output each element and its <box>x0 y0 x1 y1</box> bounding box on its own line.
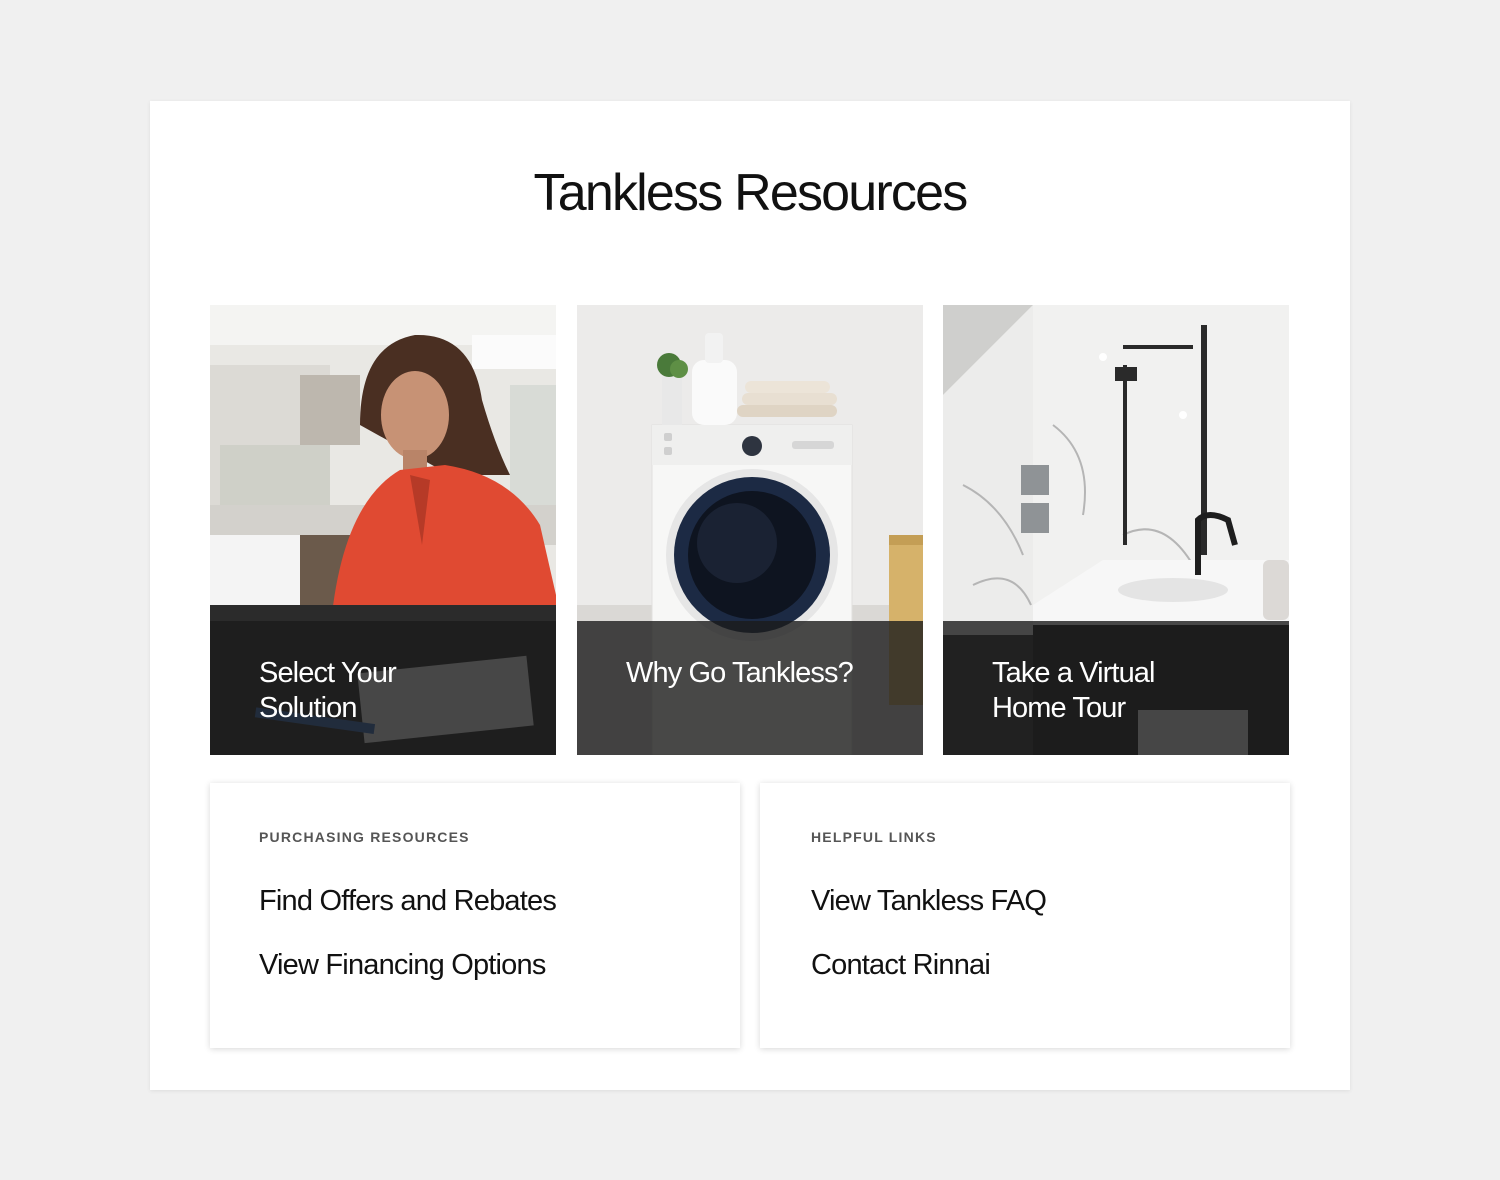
tile-label: Take a Virtual Home Tour <box>992 657 1155 724</box>
contact-rinnai-link[interactable]: Contact Rinnai <box>811 949 991 982</box>
card-heading: PURCHASING RESOURCES <box>259 829 470 845</box>
tile-label: Why Go Tankless? <box>626 657 854 689</box>
tile-caption-overlay: Take a Virtual Home Tour <box>943 621 1289 755</box>
view-tankless-faq-link[interactable]: View Tankless FAQ <box>811 885 1047 918</box>
tile-why-go-tankless[interactable]: Why Go Tankless? <box>577 305 923 755</box>
tile-label: Select Your Solution <box>259 657 397 724</box>
page-title: Tankless Resources <box>533 164 969 222</box>
tile-select-your-solution[interactable]: Select Your Solution <box>210 305 556 755</box>
card-heading: HELPFUL LINKS <box>811 829 937 845</box>
view-financing-options-link[interactable]: View Financing Options <box>259 949 546 982</box>
resources-panel: Tankless Resources Select Your Solution <box>150 101 1350 1090</box>
helpful-links-card: HELPFUL LINKS View Tankless FAQ Contact … <box>760 783 1290 1048</box>
tile-caption-overlay: Select Your Solution <box>210 621 556 755</box>
find-offers-rebates-link[interactable]: Find Offers and Rebates <box>259 885 557 918</box>
tile-virtual-home-tour[interactable]: Take a Virtual Home Tour <box>943 305 1289 755</box>
purchasing-resources-card: PURCHASING RESOURCES Find Offers and Reb… <box>210 783 740 1048</box>
tile-caption-overlay: Why Go Tankless? <box>577 621 923 755</box>
